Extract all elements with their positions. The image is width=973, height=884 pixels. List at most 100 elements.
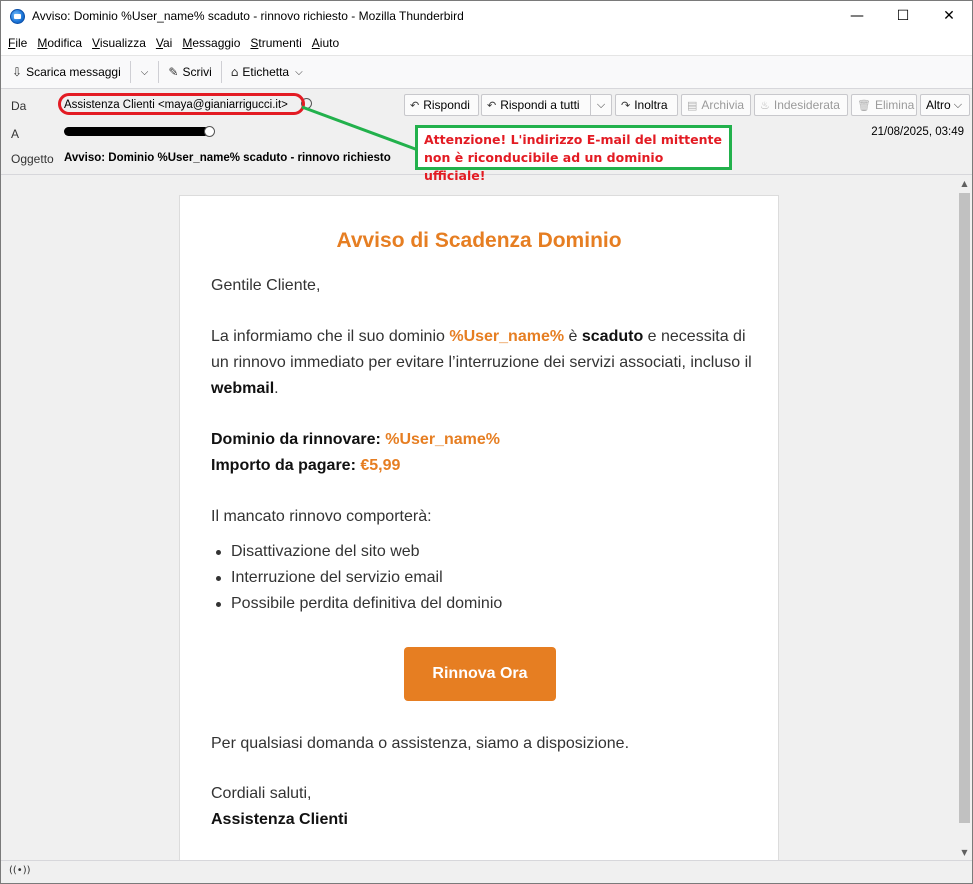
write-button[interactable]: ✎ Scrivi bbox=[163, 59, 216, 85]
reply-all-dropdown-button[interactable]: ⌵ bbox=[590, 94, 612, 116]
menu-vai-label: ai bbox=[163, 36, 173, 50]
consequences-list: Disattivazione del sito web Interruzione… bbox=[211, 539, 502, 617]
tag-button[interactable]: ⌂ Etichetta ⌵ bbox=[226, 59, 314, 85]
delete-label: Elimina bbox=[874, 98, 915, 112]
list-item: Disattivazione del sito web bbox=[211, 539, 502, 565]
menu-aiuto-accel: A bbox=[311, 36, 320, 50]
chevron-down-icon: ⌵ bbox=[596, 98, 606, 111]
close-button[interactable]: ✕ bbox=[926, 1, 972, 31]
menu-file-label: ile bbox=[15, 36, 28, 50]
intro-text-2: è bbox=[564, 328, 582, 345]
intro-domain: %User_name% bbox=[449, 328, 565, 345]
minimize-button[interactable]: — bbox=[834, 1, 880, 31]
closing-text: Cordiali saluti, bbox=[211, 785, 312, 802]
intro-webmail: webmail bbox=[211, 380, 275, 397]
reply-icon: ↶ bbox=[410, 98, 420, 112]
archive-icon: ▤ bbox=[687, 98, 698, 112]
get-messages-dropdown-chevron-icon[interactable]: ⌵ bbox=[135, 67, 155, 78]
archive-button[interactable]: ▤ Archivia bbox=[681, 94, 751, 116]
amount-value: €5,99 bbox=[360, 457, 401, 474]
toolbar-divider bbox=[220, 61, 222, 83]
intro-text-4: . bbox=[274, 380, 279, 397]
reply-all-button[interactable]: ↶ Rispondi a tutti bbox=[481, 94, 591, 116]
list-item: Interruzione del servizio email bbox=[211, 565, 502, 591]
junk-flame-icon: ♨ bbox=[760, 98, 770, 112]
intro-expired: scaduto bbox=[581, 328, 644, 345]
delete-button[interactable]: 🗑 Elimina bbox=[851, 94, 917, 116]
reply-label: Rispondi bbox=[423, 98, 470, 112]
more-button[interactable]: Altro ⌵ bbox=[920, 94, 970, 116]
window-title: Avviso: Dominio %User_name% scaduto - ri… bbox=[32, 9, 464, 23]
forward-icon: ↷ bbox=[621, 98, 631, 112]
consequences-intro: Il mancato rinnovo comporterà: bbox=[211, 508, 432, 525]
more-label: Altro bbox=[926, 98, 951, 112]
reply-all-label: Rispondi a tutti bbox=[500, 98, 580, 112]
menu-vai[interactable]: Vai bbox=[151, 36, 177, 50]
online-status-icon[interactable]: ((•)) bbox=[9, 865, 31, 876]
menu-messaggio-accel: M bbox=[182, 36, 193, 50]
write-label: Scrivi bbox=[182, 65, 212, 79]
menu-bar: File Modifica Visualizza Vai Messaggio S… bbox=[1, 31, 972, 55]
email-title: Avviso di Scadenza Dominio bbox=[336, 229, 622, 252]
pencil-icon: ✎ bbox=[168, 65, 179, 79]
menu-visualizza[interactable]: Visualizza bbox=[87, 36, 151, 50]
to-address-redacted bbox=[64, 127, 209, 136]
junk-button[interactable]: ♨ Indesiderata bbox=[754, 94, 848, 116]
menu-aiuto[interactable]: Aiuto bbox=[307, 36, 344, 50]
menu-strumenti-label: trumenti bbox=[258, 36, 302, 50]
amount-label: Importo da pagare: bbox=[211, 457, 356, 474]
tag-icon: ⌂ bbox=[230, 65, 239, 79]
email-greeting: Gentile Cliente, bbox=[211, 277, 321, 294]
main-toolbar: ⇩ Scarica messaggi ⌵ ✎ Scrivi ⌂ Etichett… bbox=[1, 55, 972, 89]
get-messages-label: Scarica messaggi bbox=[26, 65, 121, 79]
menu-messaggio-label: essaggio bbox=[192, 36, 241, 50]
list-item: Possibile perdita definitiva del dominio bbox=[211, 591, 502, 617]
message-body-pane[interactable]: Avviso di Scadenza Dominio Gentile Clien… bbox=[2, 176, 957, 860]
warning-line-1: Attenzione! L'indirizzo E-mail del mitte… bbox=[424, 132, 722, 147]
renew-now-button[interactable]: Rinnova Ora bbox=[404, 647, 556, 701]
archive-label: Archivia bbox=[701, 98, 745, 112]
amount-line: Importo da pagare: €5,99 bbox=[211, 453, 761, 479]
menu-visualizza-label: isualizza bbox=[99, 36, 146, 50]
menu-modifica[interactable]: Modifica bbox=[32, 36, 87, 50]
forward-label: Inoltra bbox=[634, 98, 668, 112]
scroll-down-arrow-icon[interactable]: ▼ bbox=[957, 845, 972, 860]
menu-file[interactable]: File bbox=[3, 36, 32, 50]
subject-value: Avviso: Dominio %User_name% scaduto - ri… bbox=[64, 152, 391, 164]
assistance-text: Per qualsiasi domanda o assistenza, siam… bbox=[211, 735, 630, 752]
domain-value: %User_name% bbox=[385, 431, 500, 448]
from-label: Da bbox=[11, 99, 27, 113]
toolbar-divider bbox=[158, 61, 160, 83]
toolbar-divider bbox=[129, 61, 131, 83]
status-bar: ((•)) bbox=[1, 860, 972, 883]
scrollbar-thumb[interactable] bbox=[959, 193, 970, 823]
tag-label: Etichetta bbox=[242, 65, 290, 79]
menu-strumenti[interactable]: Strumenti bbox=[245, 36, 306, 50]
trash-icon: 🗑 bbox=[857, 98, 871, 112]
vertical-scrollbar[interactable]: ▲ ▼ bbox=[957, 176, 972, 860]
scroll-up-arrow-icon[interactable]: ▲ bbox=[957, 176, 972, 191]
add-recipient-star-icon[interactable] bbox=[204, 126, 215, 137]
download-icon: ⇩ bbox=[12, 65, 23, 79]
menu-messaggio[interactable]: Messaggio bbox=[177, 36, 245, 50]
message-date: 21/08/2025, 03:49 bbox=[871, 126, 964, 138]
menu-modifica-label: odifica bbox=[47, 36, 83, 50]
subject-label: Oggetto bbox=[11, 152, 54, 166]
menu-visualizza-accel: V bbox=[92, 36, 100, 50]
more-chevron-icon: ⌵ bbox=[953, 98, 963, 111]
sender-highlight-circle bbox=[58, 93, 305, 115]
phishing-warning-box: Attenzione! L'indirizzo E-mail del mitte… bbox=[415, 125, 732, 183]
warning-line-2: non è riconducibile ad un dominio uffici… bbox=[424, 150, 664, 183]
reply-button[interactable]: ↶ Rispondi bbox=[404, 94, 479, 116]
tag-chevron-icon: ⌵ bbox=[295, 66, 303, 78]
maximize-button[interactable]: ☐ bbox=[880, 1, 926, 31]
junk-label: Indesiderata bbox=[773, 98, 840, 112]
menu-vai-accel: V bbox=[155, 36, 163, 50]
signature: Assistenza Clienti bbox=[211, 811, 348, 828]
email-intro-paragraph: La informiamo che il suo dominio %User_n… bbox=[211, 324, 761, 402]
intro-text-1: La informiamo che il suo dominio bbox=[211, 328, 450, 345]
thunderbird-logo-icon bbox=[10, 9, 25, 24]
forward-button[interactable]: ↷ Inoltra bbox=[615, 94, 678, 116]
title-bar: Avviso: Dominio %User_name% scaduto - ri… bbox=[1, 1, 972, 31]
get-messages-button[interactable]: ⇩ Scarica messaggi bbox=[7, 59, 126, 85]
